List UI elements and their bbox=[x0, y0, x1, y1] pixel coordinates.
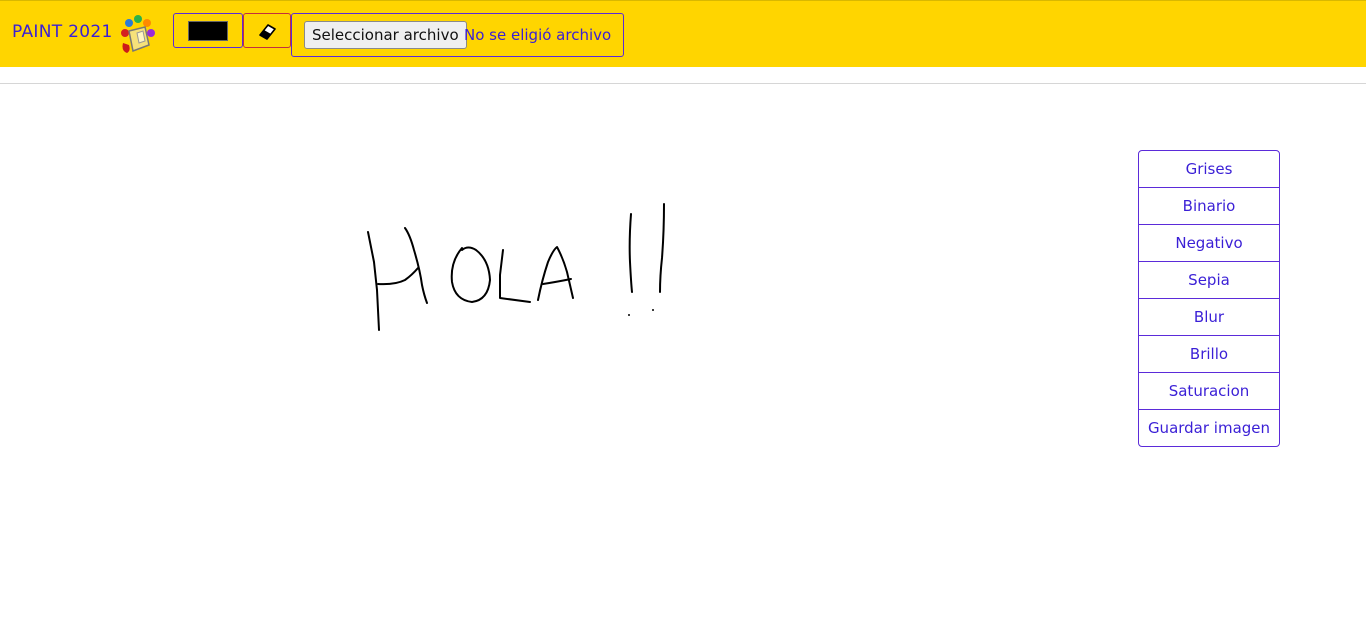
color-swatch[interactable] bbox=[188, 21, 228, 41]
eraser-button[interactable] bbox=[243, 13, 291, 48]
filter-saturacion-button[interactable]: Saturacion bbox=[1139, 373, 1279, 410]
drawn-stroke bbox=[450, 246, 491, 303]
filter-binario-button[interactable]: Binario bbox=[1139, 188, 1279, 225]
file-status-text: No se eligió archivo bbox=[464, 26, 612, 44]
drawn-stroke bbox=[377, 267, 419, 286]
drawn-dot bbox=[628, 314, 630, 316]
drawn-stroke bbox=[542, 278, 572, 285]
navbar: PAINT 2021 Seleccionar archivo No se eli… bbox=[0, 0, 1366, 67]
drawn-stroke bbox=[537, 246, 574, 301]
drawn-stroke bbox=[367, 231, 380, 331]
drawn-stroke bbox=[404, 227, 428, 304]
file-upload: Seleccionar archivo No se eligió archivo bbox=[291, 13, 624, 57]
filter-brillo-button[interactable]: Brillo bbox=[1139, 336, 1279, 373]
brand-title[interactable]: PAINT 2021 bbox=[12, 22, 113, 42]
filter-blur-button[interactable]: Blur bbox=[1139, 299, 1279, 336]
save-image-button[interactable]: Guardar imagen bbox=[1139, 410, 1279, 446]
filter-sepia-button[interactable]: Sepia bbox=[1139, 262, 1279, 299]
drawn-stroke bbox=[659, 203, 665, 293]
drawn-stroke bbox=[628, 213, 633, 293]
paint-bucket-icon bbox=[121, 15, 155, 53]
drawn-dot bbox=[652, 309, 654, 311]
select-file-button[interactable]: Seleccionar archivo bbox=[304, 21, 467, 49]
eraser-icon bbox=[259, 24, 276, 40]
color-picker[interactable] bbox=[173, 13, 243, 48]
drawn-stroke bbox=[499, 249, 531, 303]
filter-grises-button[interactable]: Grises bbox=[1139, 151, 1279, 188]
filter-list: Grises Binario Negativo Sepia Blur Brill… bbox=[1138, 150, 1280, 447]
filter-negativo-button[interactable]: Negativo bbox=[1139, 225, 1279, 262]
